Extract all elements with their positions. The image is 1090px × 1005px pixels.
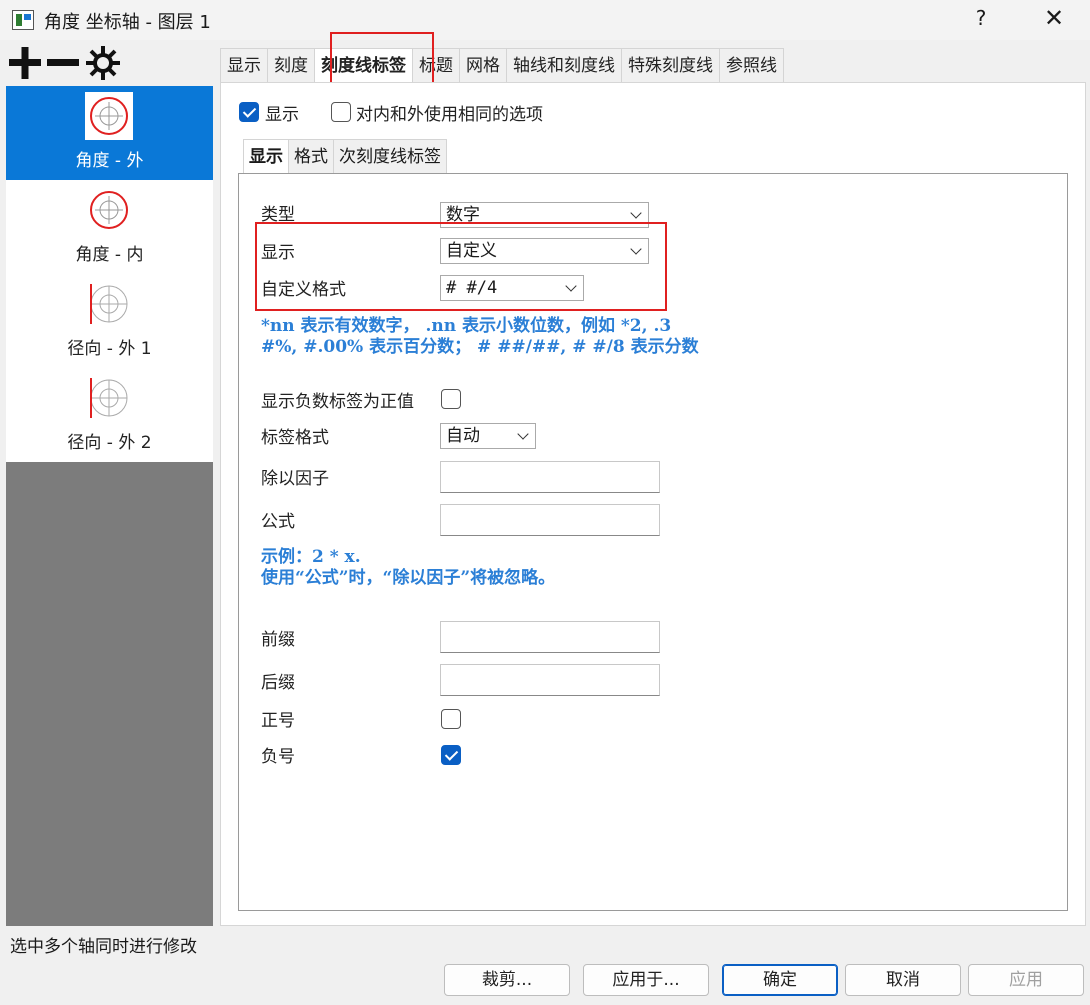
tab-reference-lines[interactable]: 参照线 — [719, 48, 784, 82]
axis-item-angle-outer[interactable]: 角度 - 外 — [6, 86, 213, 180]
help-button[interactable]: ? — [968, 6, 994, 30]
type-dropdown[interactable]: 数字 — [440, 202, 649, 228]
display-label: 显示 — [261, 243, 295, 263]
suffix-input[interactable] — [440, 664, 660, 696]
show-checkbox-label: 显示 — [265, 105, 299, 125]
tab-bar: 显示 刻度 刻度线标签 标题 网格 轴线和刻度线 特殊刻度线 参照线 — [220, 48, 784, 82]
subtab-display[interactable]: 显示 — [243, 139, 289, 173]
axis-item-angle-inner[interactable]: 角度 - 内 — [6, 180, 213, 274]
prefix-label: 前缀 — [261, 630, 295, 650]
plus-sign-label: 正号 — [261, 711, 295, 731]
axis-list-panel: 角度 - 外 角度 - 内 径向 - 外 1 径向 - 外 2 — [6, 86, 213, 926]
divide-factor-label: 除以因子 — [261, 469, 329, 489]
display-value: 自定义 — [446, 241, 497, 261]
tab-grid[interactable]: 网格 — [459, 48, 507, 82]
minus-icon[interactable] — [44, 44, 82, 82]
chevron-down-icon — [517, 428, 529, 440]
formula-hint-line-1: 示例：2 * x. — [261, 547, 361, 567]
subtab-format[interactable]: 格式 — [288, 139, 334, 173]
crop-button[interactable]: 裁剪... — [444, 964, 570, 996]
negative-as-positive-checkbox[interactable] — [441, 389, 461, 409]
polar-radial-icon — [85, 374, 133, 422]
axis-item-radial-outer-2[interactable]: 径向 - 外 2 — [6, 368, 213, 462]
axis-item-radial-outer-1[interactable]: 径向 - 外 1 — [6, 274, 213, 368]
formula-hint-line-2: 使用“公式”时，“除以因子”将被忽略。 — [261, 568, 556, 588]
polar-radial-icon — [85, 280, 133, 328]
polar-circle-red-icon — [85, 92, 133, 140]
minus-sign-checkbox[interactable] — [441, 745, 461, 765]
axis-list: 角度 - 外 角度 - 内 径向 - 外 1 径向 - 外 2 — [6, 86, 213, 462]
plus-sign-checkbox[interactable] — [441, 709, 461, 729]
label-format-dropdown[interactable]: 自动 — [440, 423, 536, 449]
title-bar: 角度 坐标轴 - 图层 1 ? ✕ — [0, 0, 1090, 40]
axis-item-label: 角度 - 内 — [75, 245, 144, 265]
cancel-button[interactable]: 取消 — [845, 964, 961, 996]
tab-line-and-ticks[interactable]: 轴线和刻度线 — [506, 48, 622, 82]
same-options-label: 对内和外使用相同的选项 — [356, 105, 543, 125]
axis-item-label: 径向 - 外 1 — [67, 339, 152, 359]
label-format-value: 自动 — [446, 426, 480, 446]
apply-button[interactable]: 应用 — [968, 964, 1084, 996]
tab-scale[interactable]: 刻度 — [267, 48, 315, 82]
same-options-checkbox[interactable] — [331, 102, 351, 122]
formula-label: 公式 — [261, 512, 295, 532]
minus-sign-label: 负号 — [261, 747, 295, 767]
status-text: 选中多个轴同时进行修改 — [10, 937, 197, 957]
gear-icon[interactable] — [84, 44, 122, 82]
show-checkbox[interactable] — [239, 102, 259, 122]
formula-input[interactable] — [440, 504, 660, 536]
type-label: 类型 — [261, 205, 295, 225]
tab-tick-labels[interactable]: 刻度线标签 — [314, 48, 413, 82]
tab-special-ticks[interactable]: 特殊刻度线 — [621, 48, 720, 82]
subtab-minor-tick-labels[interactable]: 次刻度线标签 — [333, 139, 447, 173]
plus-icon[interactable] — [6, 44, 44, 82]
label-format-label: 标签格式 — [261, 428, 329, 448]
apply-to-button[interactable]: 应用于... — [583, 964, 709, 996]
tab-display[interactable]: 显示 — [220, 48, 268, 82]
display-dropdown[interactable]: 自定义 — [440, 238, 649, 264]
format-hint-line-1: *nn 表示有效数字， .nn 表示小数位数，例如 *2, .3 — [261, 316, 672, 336]
negative-as-positive-label: 显示负数标签为正值 — [261, 392, 414, 412]
custom-format-label: 自定义格式 — [261, 280, 346, 300]
subtab-bar: 显示 格式 次刻度线标签 — [243, 139, 447, 173]
polar-circle-red-icon — [85, 186, 133, 234]
suffix-label: 后缀 — [261, 673, 295, 693]
tick-labels-panel: 显示 对内和外使用相同的选项 显示 格式 次刻度线标签 类型 数字 显示 自定义… — [220, 82, 1086, 926]
type-value: 数字 — [446, 205, 480, 225]
chevron-down-icon — [630, 207, 642, 219]
ok-button[interactable]: 确定 — [722, 964, 838, 996]
custom-format-combo[interactable]: # #/4 — [440, 275, 584, 301]
display-subpanel: 类型 数字 显示 自定义 自定义格式 # #/4 *nn 表示有效数字， .nn… — [238, 173, 1068, 911]
chevron-down-icon — [565, 280, 577, 292]
tab-title[interactable]: 标题 — [412, 48, 460, 82]
custom-format-value: # #/4 — [446, 278, 498, 298]
prefix-input[interactable] — [440, 621, 660, 653]
axis-item-label: 径向 - 外 2 — [67, 433, 152, 453]
chevron-down-icon — [630, 243, 642, 255]
format-hint-line-2: #%, #.00% 表示百分数； # ##/##, # #/8 表示分数 — [261, 337, 699, 357]
axis-item-label: 角度 - 外 — [75, 151, 144, 171]
app-icon — [12, 10, 34, 30]
window-title: 角度 坐标轴 - 图层 1 — [44, 12, 211, 33]
close-button[interactable]: ✕ — [1040, 4, 1068, 32]
divide-factor-input[interactable] — [440, 461, 660, 493]
